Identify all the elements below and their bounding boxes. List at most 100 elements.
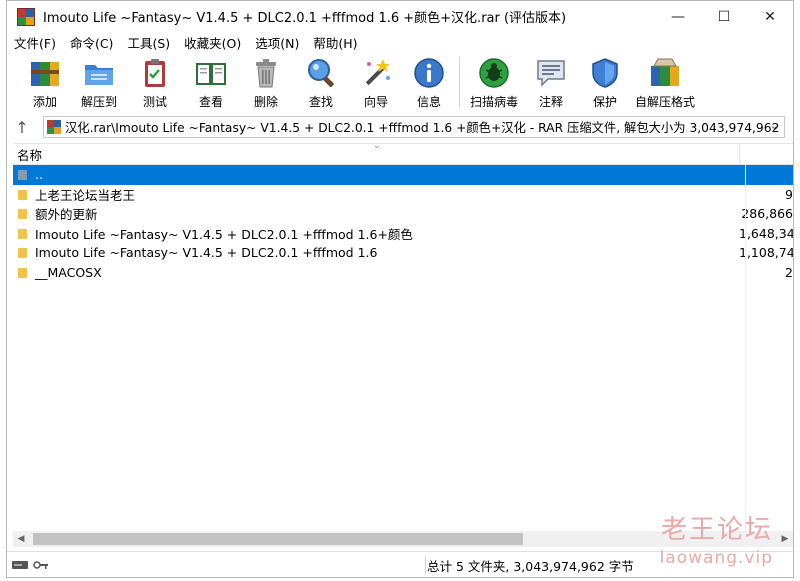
maximize-icon: ☐ [717,8,731,25]
test-button[interactable]: 测试 [127,53,183,111]
file-size: 2 [785,264,793,280]
file-name: Imouto Life ~Fantasy~ V1.4.5 + DLC2.0.1 … [35,245,378,261]
extract-folder-icon [81,55,117,91]
menu-commands[interactable]: 命令(C) [63,33,120,52]
scroll-track[interactable] [29,531,777,547]
info-label: 信息 [416,95,441,109]
file-size: 1,108,74 [739,245,793,261]
folder-row[interactable]: 上老王论坛当老王 9 [13,185,793,205]
toolbar-separator [459,57,460,107]
scroll-right-icon[interactable]: ▶ [777,531,793,547]
folder-icon [18,267,28,278]
folder-icon [18,189,28,200]
view-button[interactable]: 查看 [183,53,239,111]
menu-bar: 文件(F) 命令(C) 工具(S) 收藏夹(O) 选项(N) 帮助(H) [7,32,793,52]
drive-icon[interactable] [11,559,29,571]
info-icon [411,55,447,91]
column-size-header[interactable] [739,144,793,164]
find-button[interactable]: 查找 [293,53,349,111]
menu-favorites[interactable]: 收藏夹(O) [177,33,248,52]
column-name-label: 名称 [17,147,43,163]
protect-button[interactable]: 保护 [578,53,632,111]
up-folder-button[interactable]: ↑ [7,115,37,139]
folder-row[interactable]: Imouto Life ~Fantasy~ V1.4.5 + DLC2.0.1 … [13,243,793,263]
maximize-button[interactable]: ☐ [701,1,747,32]
file-list: 名称 ⌄ .. 上老王论坛当老王 9 额外的更新 286,866 Imouto … [13,143,793,548]
horizontal-scrollbar[interactable]: ◀ ▶ [13,531,793,547]
folder-row[interactable]: 额外的更新 286,866 [13,204,793,224]
comment-button[interactable]: 注释 [524,53,578,111]
status-separator [425,556,426,574]
window-title: Imouto Life ~Fantasy~ V1.4.5 + DLC2.0.1 … [43,11,567,26]
window-controls: — ☐ ✕ [655,1,793,32]
sfx-label: 自解压格式 [634,95,695,109]
close-icon: ✕ [764,8,776,25]
title-bar: Imouto Life ~Fantasy~ V1.4.5 + DLC2.0.1 … [7,1,793,32]
wizard-label: 向导 [363,95,388,109]
minimize-button[interactable]: — [655,1,701,32]
scan-virus-button[interactable]: 扫描病毒 [464,53,524,111]
folder-icon [18,228,28,239]
menu-options[interactable]: 选项(N) [248,33,306,52]
menu-file[interactable]: 文件(F) [7,33,63,52]
parent-folder-row[interactable]: .. [13,165,793,185]
test-clipboard-icon [137,55,173,91]
close-button[interactable]: ✕ [747,1,793,32]
folder-row[interactable]: Imouto Life ~Fantasy~ V1.4.5 + DLC2.0.1 … [13,224,793,244]
path-combobox[interactable]: 汉化.rar\Imouto Life ~Fantasy~ V1.4.5 + DL… [43,116,785,138]
extract-to-button[interactable]: 解压到 [71,53,127,111]
wizard-wand-icon [358,55,394,91]
add-button[interactable]: 添加 [19,53,71,111]
file-size: 1,648,34 [739,225,793,241]
toolbar: 添加 解压到 测试 查看 删除 查找 向导 信息 扫描病毒 注释 保护 自解压格… [7,53,793,113]
menu-help[interactable]: 帮助(H) [306,33,364,52]
winrar-app-icon [17,7,35,26]
file-name: 上老王论坛当老王 [35,187,136,203]
view-book-icon [193,55,229,91]
scan-virus-label: 扫描病毒 [469,95,518,109]
sfx-archive-icon [647,55,683,91]
menu-tools[interactable]: 工具(S) [120,33,177,52]
folder-icon [18,247,28,259]
file-size: 9 [785,186,793,202]
size-column-divider [745,164,746,548]
view-label: 查看 [198,95,223,109]
file-name: __MACOSX [35,264,102,280]
archive-icon [47,120,61,134]
folder-row[interactable]: __MACOSX 2 [13,263,793,283]
column-header: 名称 ⌄ [13,144,793,165]
shield-icon [587,55,623,91]
archive-path-text: 汉化.rar\Imouto Life ~Fantasy~ V1.4.5 + DL… [65,121,785,135]
wizard-button[interactable]: 向导 [349,53,403,111]
find-label: 查找 [308,95,333,109]
delete-label: 删除 [253,95,278,109]
comment-icon [533,55,569,91]
file-name: .. [35,167,43,183]
status-icons [11,559,311,571]
file-size: 286,866 [741,206,793,222]
info-button[interactable]: 信息 [403,53,455,111]
add-archive-icon [27,55,63,91]
delete-button[interactable]: 删除 [239,53,293,111]
key-icon[interactable] [33,559,49,571]
scroll-left-icon[interactable]: ◀ [13,531,29,547]
scroll-thumb[interactable] [33,533,523,545]
extract-to-label: 解压到 [80,95,117,109]
address-bar: ↑ 汉化.rar\Imouto Life ~Fantasy~ V1.4.5 + … [7,114,793,140]
test-label: 测试 [142,95,167,109]
protect-label: 保护 [592,95,617,109]
parent-folder-icon [18,169,28,181]
sort-chevron-icon: ⌄ [373,143,381,151]
column-name-header[interactable]: 名称 ⌄ [13,143,739,164]
file-name: Imouto Life ~Fantasy~ V1.4.5 + DLC2.0.1 … [35,226,413,242]
sfx-button[interactable]: 自解压格式 [632,53,698,111]
comment-label: 注释 [538,95,563,109]
magnifier-icon [303,55,339,91]
winrar-window: Imouto Life ~Fantasy~ V1.4.5 + DLC2.0.1 … [6,0,794,578]
file-name: 额外的更新 [35,207,98,223]
add-label: 添加 [32,95,57,109]
trash-icon [248,55,284,91]
arrow-up-icon: ↑ [15,117,29,137]
status-bar: 总计 5 文件夹, 3,043,974,962 字节 [7,551,793,578]
chevron-down-icon[interactable]: ⌄ [770,119,779,132]
